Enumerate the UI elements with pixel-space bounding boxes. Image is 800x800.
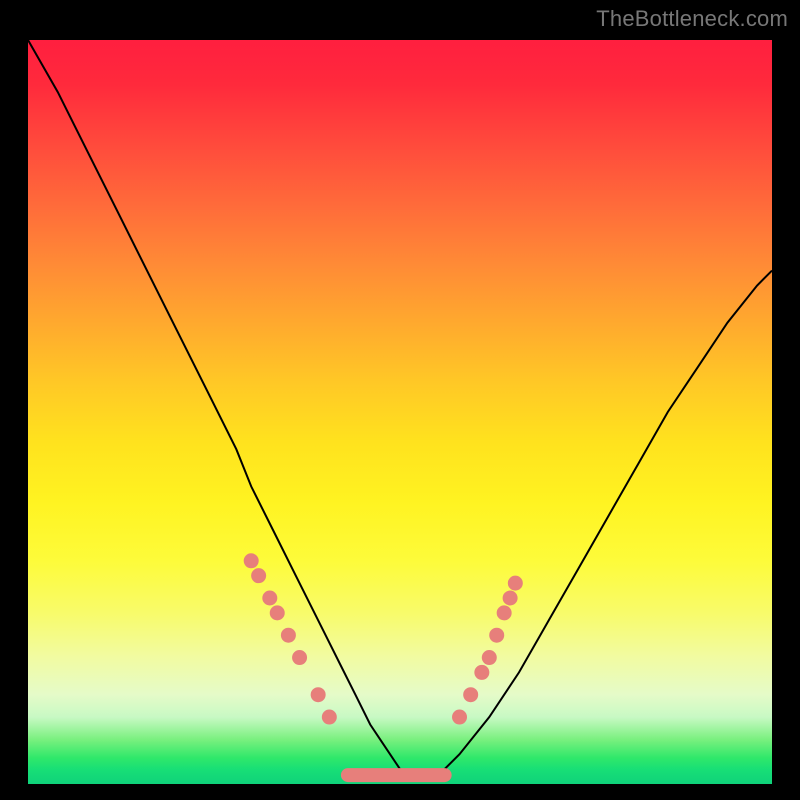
data-marker — [251, 568, 266, 583]
plot-area — [28, 40, 772, 784]
data-marker — [262, 591, 277, 606]
chart-frame: TheBottleneck.com — [0, 0, 800, 800]
data-marker — [281, 628, 296, 643]
data-marker — [508, 576, 523, 591]
data-marker — [311, 687, 326, 702]
data-marker — [452, 710, 467, 725]
bottleneck-curve — [28, 40, 772, 777]
curve-svg — [28, 40, 772, 784]
data-marker — [292, 650, 307, 665]
watermark-text: TheBottleneck.com — [596, 6, 788, 32]
data-marker — [270, 605, 285, 620]
data-marker — [489, 628, 504, 643]
data-marker — [322, 710, 337, 725]
data-marker — [503, 591, 518, 606]
data-marker — [482, 650, 497, 665]
marker-cluster-right — [452, 576, 523, 725]
marker-cluster-left — [244, 553, 337, 724]
data-marker — [244, 553, 259, 568]
data-marker — [474, 665, 489, 680]
data-marker — [463, 687, 478, 702]
data-marker — [497, 605, 512, 620]
